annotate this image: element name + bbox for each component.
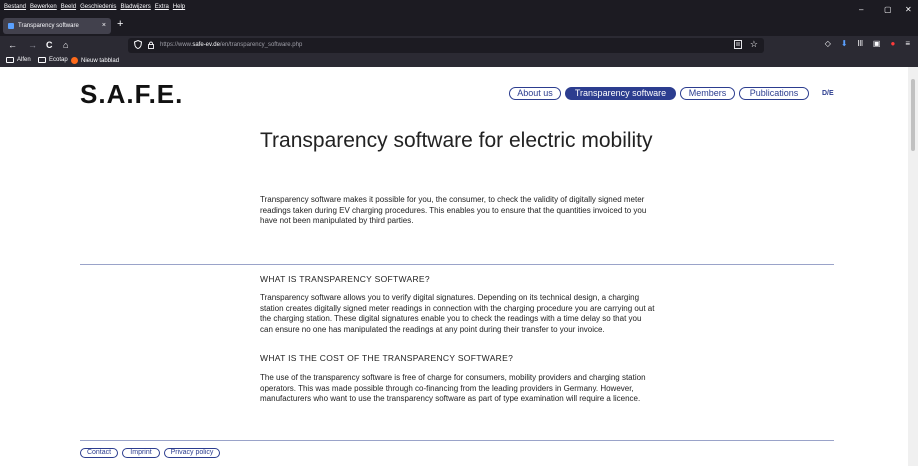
extension-icon[interactable]: ● (890, 39, 895, 48)
menu-icon[interactable]: ≡ (905, 39, 910, 48)
bookmark-alfen[interactable]: Alfen (6, 57, 31, 63)
lock-icon[interactable] (148, 41, 154, 49)
section-heading-cost: WHAT IS THE COST OF THE TRANSPARENCY SOF… (260, 353, 514, 363)
maximize-button[interactable]: ▢ (884, 6, 892, 14)
url-prefix: https://www. (160, 42, 193, 48)
close-tab-icon[interactable]: × (102, 22, 106, 29)
home-icon[interactable]: ⌂ (63, 39, 68, 51)
reload-icon[interactable]: C (46, 39, 53, 51)
scrollbar-thumb[interactable] (911, 79, 915, 151)
section-text-what-is: Transparency software allows you to veri… (260, 293, 655, 334)
menu-bewerken[interactable]: Bewerken (30, 4, 57, 10)
toolbar-icons: ◇ ⬇ lll ▣ ● ≡ (825, 39, 910, 48)
menu-bar: Bestand Bewerken Beeld Geschiedenis Blad… (0, 0, 918, 16)
footer-imprint[interactable]: Imprint (122, 448, 160, 458)
page-viewport: S.A.F.E. About us Transparency software … (0, 67, 918, 466)
page-scrollbar[interactable] (908, 67, 918, 466)
page-title: Transparency software for electric mobil… (260, 129, 653, 152)
section-text-cost: The use of the transparency software is … (260, 373, 646, 403)
back-icon[interactable]: ← (8, 39, 17, 51)
nav-transparency-software[interactable]: Transparency software (565, 87, 676, 100)
bookmark-star-icon[interactable]: ☆ (750, 39, 758, 50)
forward-icon[interactable]: → (28, 39, 37, 51)
new-tab-button[interactable]: + (117, 18, 123, 30)
pocket-icon[interactable]: ◇ (825, 39, 831, 48)
nav-publications[interactable]: Publications (739, 87, 809, 100)
nav-about-us[interactable]: About us (509, 87, 561, 100)
tab-transparency-software[interactable]: Transparency software × (3, 18, 111, 34)
footer-privacy-policy[interactable]: Privacy policy (164, 448, 220, 458)
menu-extra[interactable]: Extra (155, 4, 169, 10)
firefox-icon (71, 57, 78, 64)
intro-text: Transparency software makes it possible … (260, 195, 647, 225)
divider (80, 264, 834, 265)
folder-icon (38, 57, 46, 63)
sidebar-icon[interactable]: ▣ (873, 39, 881, 48)
library-icon[interactable]: lll (858, 39, 863, 48)
folder-icon (6, 57, 14, 63)
footer-divider (80, 440, 834, 441)
section-heading-what-is: WHAT IS TRANSPARENCY SOFTWARE? (260, 274, 430, 284)
site-logo[interactable]: S.A.F.E. (80, 79, 183, 110)
download-icon[interactable]: ⬇ (841, 39, 848, 48)
bookmark-ecotap[interactable]: Ecotap (38, 57, 68, 63)
minimize-button[interactable]: – (859, 6, 863, 14)
url-path: /en/transparency_software.php (219, 42, 303, 48)
url-domain: safe-ev.de (192, 42, 220, 48)
footer-contact[interactable]: Contact (80, 448, 118, 458)
bookmark-label: Ecotap (49, 57, 68, 63)
nav-members[interactable]: Members (680, 87, 735, 100)
menu-geschiedenis[interactable]: Geschiedenis (80, 4, 116, 10)
url-bar[interactable]: https://www.safe-ev.de/en/transparency_s… (128, 38, 764, 53)
url-text[interactable]: https://www.safe-ev.de/en/transparency_s… (160, 42, 302, 48)
menu-bestand[interactable]: Bestand (4, 4, 26, 10)
close-window-button[interactable]: ✕ (905, 6, 912, 14)
menu-beeld[interactable]: Beeld (61, 4, 76, 10)
menu-list: Bestand Bewerken Beeld Geschiedenis Blad… (4, 4, 185, 10)
reader-icon[interactable] (734, 40, 742, 49)
tab-bar: Transparency software × (0, 16, 918, 36)
menu-bladwijzers[interactable]: Bladwijzers (120, 4, 150, 10)
tab-title: Transparency software (18, 23, 79, 29)
bookmark-label: Nieuw tabblad (81, 57, 120, 64)
bookmarks-bar: Alfen Ecotap Nieuw tabblad (0, 55, 918, 67)
language-switch[interactable]: D/E (822, 90, 834, 97)
navigation-bar: ← → C ⌂ https://www.safe-ev.de/en/transp… (0, 36, 918, 55)
bookmark-label: Alfen (17, 57, 31, 63)
tracking-shield-icon[interactable] (134, 40, 142, 49)
bookmark-nieuw-tabblad[interactable]: Nieuw tabblad (71, 57, 119, 64)
favicon-icon (8, 23, 14, 29)
menu-help[interactable]: Help (173, 4, 185, 10)
browser-window: Bestand Bewerken Beeld Geschiedenis Blad… (0, 0, 918, 466)
